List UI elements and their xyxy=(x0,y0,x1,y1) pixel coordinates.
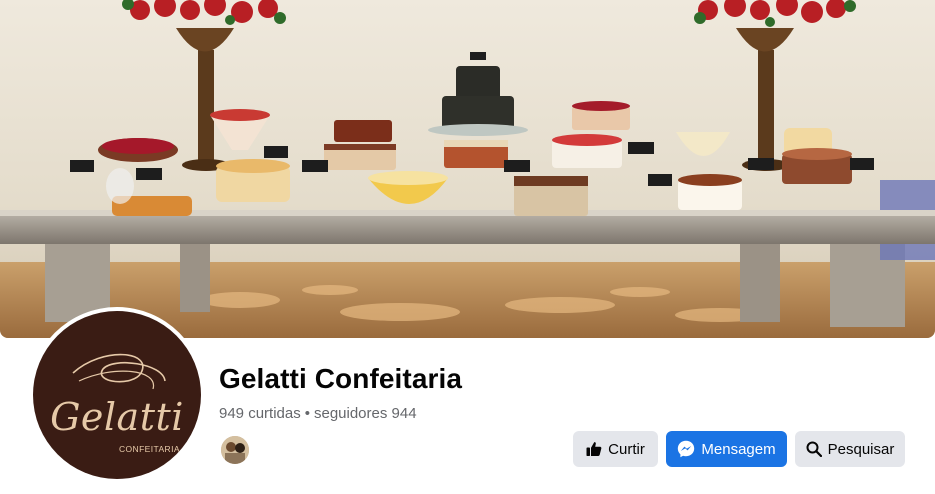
page-title: Gelatti Confeitaria xyxy=(219,363,463,394)
message-button-label: Mensagem xyxy=(701,440,776,458)
cover-photo[interactable] xyxy=(0,0,935,338)
likes-count[interactable]: 949 curtidas xyxy=(219,405,301,422)
search-button-label: Pesquisar xyxy=(827,440,895,458)
logo-name: Gelatti xyxy=(50,395,184,439)
logo-subtitle: CONFEITARIA xyxy=(119,444,180,454)
thumbs-up-icon xyxy=(586,441,602,457)
logo: Gelatti CONFEITARIA xyxy=(33,311,201,479)
messenger-icon xyxy=(677,440,695,458)
profile-picture[interactable]: Gelatti CONFEITARIA xyxy=(29,307,205,483)
search-icon xyxy=(806,441,822,457)
page-stats: 949 curtidas • seguidores 944 xyxy=(219,405,417,422)
like-button-label: Curtir xyxy=(608,440,645,458)
stats-separator: • xyxy=(304,405,310,422)
like-button[interactable]: Curtir xyxy=(573,431,658,467)
search-button[interactable]: Pesquisar xyxy=(795,431,905,467)
followers-count[interactable]: seguidores 944 xyxy=(314,405,417,422)
cover-photo-image xyxy=(0,0,935,338)
message-button[interactable]: Mensagem xyxy=(666,431,787,467)
follower-avatar[interactable] xyxy=(219,434,251,466)
follower-photo xyxy=(221,436,249,464)
